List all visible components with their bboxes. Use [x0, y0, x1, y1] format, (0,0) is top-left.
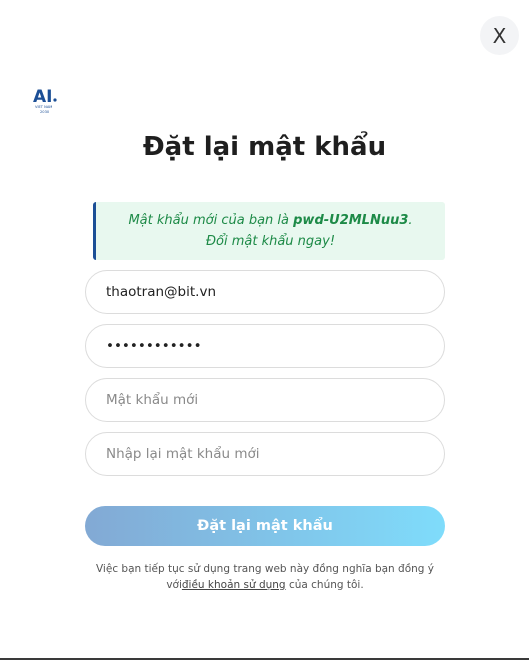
generated-password: pwd-U2MLNuu3	[293, 213, 409, 228]
terms-prefix: với	[166, 579, 182, 591]
email-field[interactable]	[85, 270, 445, 314]
terms-line-2: vớiđiều khoản sử dụng của chúng tôi.	[95, 577, 435, 593]
close-icon: X	[492, 23, 507, 48]
logo-icon: AI VIET NAM 2030	[33, 87, 57, 114]
notice-suffix: .	[408, 213, 413, 228]
page-title: Đặt lại mật khẩu	[142, 132, 387, 162]
reset-password-dialog: X AI VIET NAM 2030 Đặt lại mật khẩu Mật …	[0, 0, 529, 660]
terms-of-use-link[interactable]: điều khoản sử dụng	[182, 579, 286, 591]
svg-text:2030: 2030	[40, 110, 50, 114]
svg-text:VIET NAM: VIET NAM	[35, 105, 52, 109]
close-button[interactable]: X	[480, 16, 519, 55]
terms-notice: Việc bạn tiếp tục sử dụng trang web này …	[95, 561, 435, 593]
confirm-password-field[interactable]	[85, 432, 445, 476]
notice-line-1: Mật khẩu mới của bạn là pwd-U2MLNuu3.	[128, 210, 412, 231]
current-password-field[interactable]	[85, 324, 445, 368]
ai-vietnam-logo: AI VIET NAM 2030	[32, 85, 58, 115]
new-password-field[interactable]	[85, 378, 445, 422]
new-password-notice: Mật khẩu mới của bạn là pwd-U2MLNuu3. Đổ…	[93, 202, 445, 260]
terms-line-1: Việc bạn tiếp tục sử dụng trang web này …	[95, 563, 435, 575]
terms-suffix: của chúng tôi.	[285, 579, 364, 591]
notice-prefix: Mật khẩu mới của bạn là	[128, 213, 294, 228]
reset-password-button[interactable]: Đặt lại mật khẩu	[85, 506, 445, 546]
svg-text:AI: AI	[33, 87, 52, 107]
notice-line-2: Đổi mật khẩu ngay!	[205, 234, 336, 249]
